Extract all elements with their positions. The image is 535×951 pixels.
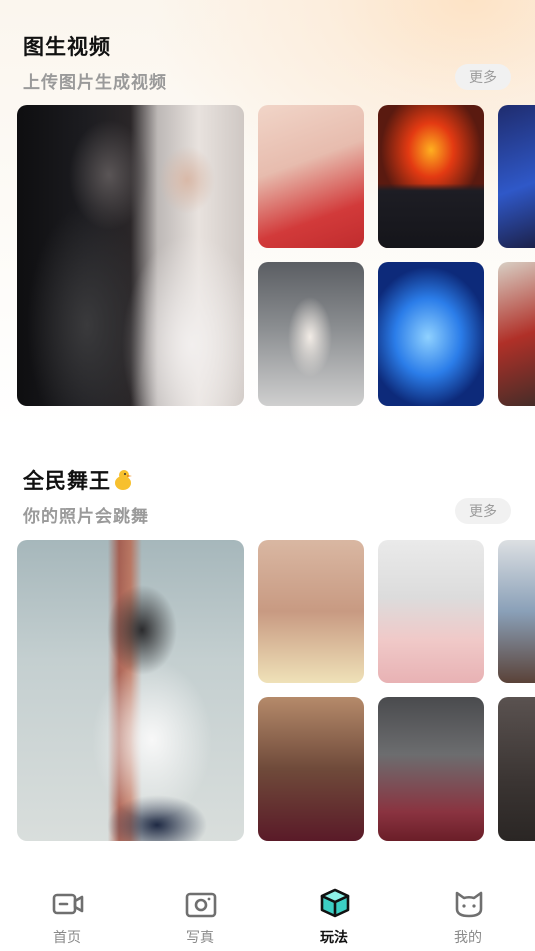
section-title-text: 全民舞王 <box>23 470 111 493</box>
video-card[interactable] <box>378 105 484 248</box>
tab-label: 玩法 <box>320 929 348 945</box>
video-card[interactable] <box>498 697 535 841</box>
video-card[interactable] <box>378 697 484 841</box>
section-title: 全民舞王 <box>23 465 133 495</box>
video-card[interactable] <box>498 540 535 683</box>
video-card[interactable] <box>258 105 364 248</box>
more-button[interactable]: 更多 <box>455 64 511 90</box>
tab-label: 首页 <box>53 929 81 945</box>
tab-label: 写真 <box>186 929 214 945</box>
video-camera-icon <box>52 893 84 915</box>
video-card[interactable] <box>258 697 364 841</box>
section-subtitle: 你的照片会跳舞 <box>23 507 149 526</box>
video-card[interactable] <box>498 105 535 248</box>
more-button[interactable]: 更多 <box>455 498 511 524</box>
tab-home[interactable]: 首页 <box>22 875 112 951</box>
section-dance-king: 全民舞王 你的照片会跳舞 更多 <box>0 430 535 860</box>
video-card-featured[interactable] <box>17 540 244 841</box>
section-title: 图生视频 <box>23 36 111 59</box>
tab-label: 我的 <box>454 929 482 945</box>
tab-mine[interactable]: 我的 <box>423 875 513 951</box>
bottom-tab-bar: 首页 写真 玩法 我的 <box>0 875 535 951</box>
cat-face-icon <box>455 891 483 918</box>
section-image-to-video: 图生视频 上传图片生成视频 更多 <box>0 0 535 430</box>
video-card[interactable] <box>258 540 364 683</box>
video-card[interactable] <box>498 262 535 406</box>
video-card[interactable] <box>378 540 484 683</box>
video-card-featured[interactable] <box>17 105 244 406</box>
cube-icon <box>320 888 350 918</box>
section-subtitle: 上传图片生成视频 <box>23 73 167 92</box>
duck-emoji-icon <box>113 469 133 491</box>
video-card[interactable] <box>378 262 484 406</box>
video-card[interactable] <box>258 262 364 406</box>
camera-icon <box>185 892 217 918</box>
tab-play[interactable]: 玩法 <box>289 875 379 951</box>
tab-portrait[interactable]: 写真 <box>155 875 245 951</box>
